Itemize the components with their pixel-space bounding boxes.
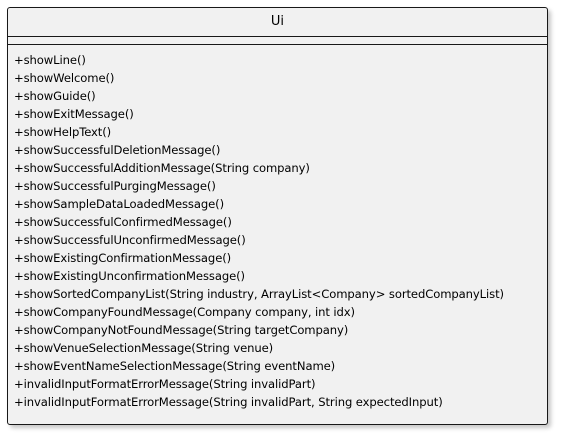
method-item: +showSuccessfulConfirmedMessage() (14, 215, 232, 229)
method-item: +showLine() (14, 53, 86, 67)
class-name-divider (8, 36, 547, 37)
uml-class-ui: Ui +showLine() +showWelcome() +showGuide… (7, 7, 548, 425)
method-item: +showExitMessage() (14, 107, 134, 121)
method-item: +showSuccessfulPurgingMessage() (14, 179, 216, 193)
attributes-divider (8, 44, 547, 45)
method-item: +showSuccessfulAdditionMessage(String co… (14, 161, 310, 175)
methods-list: +showLine() +showWelcome() +showGuide() … (14, 51, 504, 411)
method-item: +invalidInputFormatErrorMessage(String i… (14, 395, 443, 409)
class-name: Ui (270, 14, 285, 29)
method-item: +showSortedCompanyList(String industry, … (14, 287, 504, 301)
method-item: +showEventNameSelectionMessage(String ev… (14, 359, 336, 373)
method-item: +showExistingConfirmationMessage() (14, 251, 232, 265)
method-item: +showWelcome() (14, 71, 115, 85)
method-item: +showExistingUnconfirmationMessage() (14, 269, 245, 283)
method-item: +showGuide() (14, 89, 96, 103)
method-item: +showHelpText() (14, 125, 112, 139)
method-item: +showSuccessfulDeletionMessage() (14, 143, 221, 157)
method-item: +showCompanyNotFoundMessage(String targe… (14, 323, 349, 337)
method-item: +invalidInputFormatErrorMessage(String i… (14, 377, 316, 391)
method-item: +showVenueSelectionMessage(String venue) (14, 341, 274, 355)
method-item: +showSuccessfulUnconfirmedMessage() (14, 233, 246, 247)
method-item: +showCompanyFoundMessage(Company company… (14, 305, 355, 319)
method-item: +showSampleDataLoadedMessage() (14, 197, 224, 211)
